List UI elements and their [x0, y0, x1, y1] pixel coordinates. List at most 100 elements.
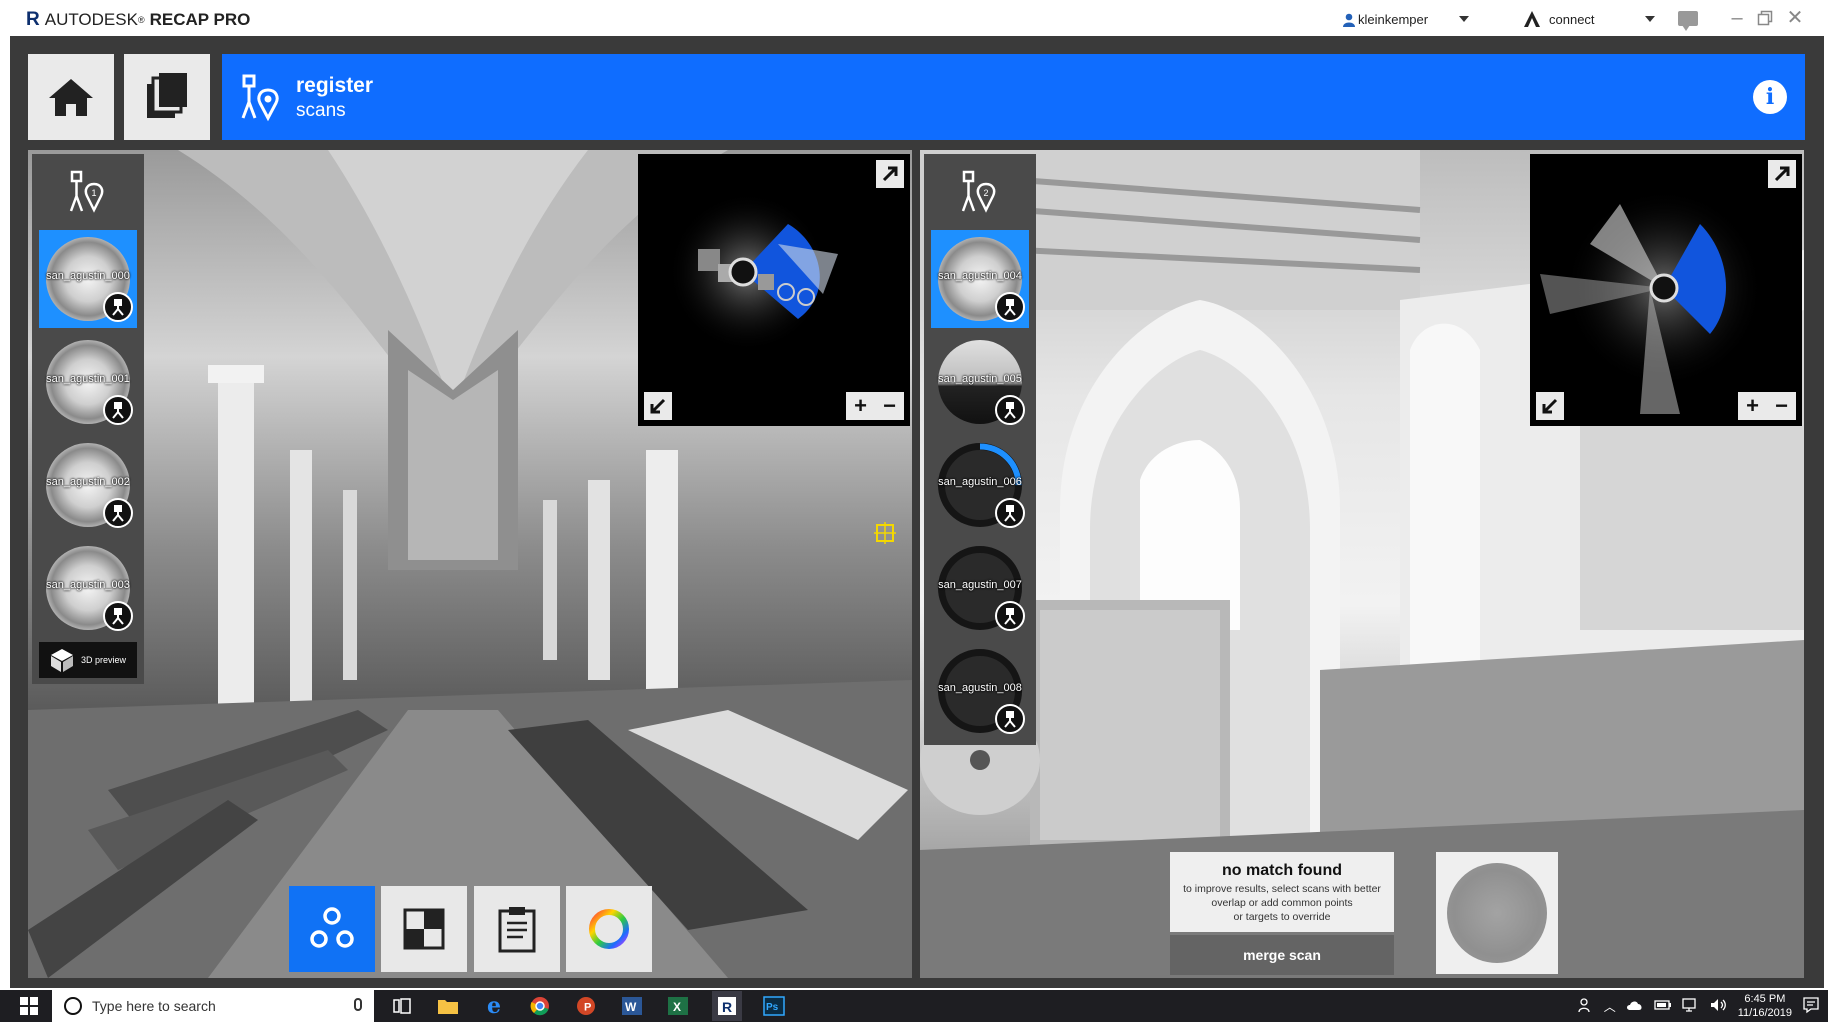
network-icon[interactable]: [1682, 997, 1700, 1015]
system-tray: ︿ 6:45 PM 11/16/2019: [1578, 990, 1820, 1022]
scanner-icon: [995, 601, 1025, 631]
left-scan-view[interactable]: 1 san_agustin_000 san_agustin_001 san_ag…: [28, 150, 912, 978]
result-message-line: to improve results, select scans with be…: [1183, 883, 1381, 895]
report-button[interactable]: [474, 886, 560, 972]
expand-minimap-icon[interactable]: [876, 160, 904, 188]
right-minimap[interactable]: + −: [1530, 154, 1802, 426]
minimap-scan-plot: [1540, 188, 1764, 414]
zoom-in-icon[interactable]: +: [1738, 392, 1767, 420]
svg-text:2: 2: [983, 188, 988, 198]
restore-icon[interactable]: [1752, 6, 1778, 30]
result-message: to improve results, select scans with be…: [1170, 882, 1394, 924]
zoom-out-icon[interactable]: −: [875, 392, 904, 420]
cloud-to-cloud-button[interactable]: [289, 886, 375, 972]
3d-preview-button[interactable]: 3D preview: [39, 642, 137, 678]
scan-item-san-agustin-000[interactable]: san_agustin_000: [39, 230, 137, 328]
scan-item-san-agustin-002[interactable]: san_agustin_002: [39, 436, 137, 534]
scan-item-san-agustin-005[interactable]: san_agustin_005: [931, 333, 1029, 431]
volume-icon[interactable]: [1710, 998, 1728, 1015]
merge-scan-button[interactable]: merge scan: [1170, 935, 1394, 975]
scan-item-san-agustin-003[interactable]: san_agustin_003: [39, 539, 137, 637]
scanner-icon: [995, 292, 1025, 322]
recap-logo-icon: R: [26, 9, 40, 30]
left-minimap[interactable]: + −: [638, 154, 910, 426]
tray-chevron-icon[interactable]: ︿: [1604, 998, 1616, 1015]
scan-label: san_agustin_002: [46, 476, 130, 488]
title-bar: R AUTODESK ® RECAP PRO kleinkemper conne…: [0, 0, 1828, 36]
cortana-icon: [64, 997, 82, 1015]
scan-item-san-agustin-008[interactable]: san_agustin_008: [931, 642, 1029, 740]
taskbar-clock[interactable]: 6:45 PM 11/16/2019: [1738, 992, 1792, 1020]
expand-minimap-icon[interactable]: [1768, 160, 1796, 188]
word-icon[interactable]: W: [620, 994, 644, 1018]
taskbar-search-input[interactable]: Type here to search: [52, 990, 374, 1022]
scanner-icon: [103, 601, 133, 631]
scanner-icon: [995, 704, 1025, 734]
connect-dropdown-icon[interactable]: [1645, 16, 1655, 22]
scan-location-icon: 2: [961, 170, 996, 213]
chat-icon[interactable]: [1678, 11, 1698, 31]
page-header: register scans i: [222, 54, 1805, 140]
minimap-zoom-controls: + −: [846, 392, 904, 420]
right-scan-list: 2 san_agustin_004 san_agustin_005 san_ag…: [924, 154, 1036, 745]
recap-taskbar-icon[interactable]: R: [712, 991, 742, 1021]
scan-label: san_agustin_003: [46, 579, 130, 591]
windows-start-icon[interactable]: [20, 997, 38, 1015]
collapse-minimap-icon[interactable]: [644, 392, 672, 420]
color-mode-button[interactable]: [566, 886, 652, 972]
scanner-icon: [103, 498, 133, 528]
photoshop-icon[interactable]: Ps: [762, 994, 786, 1018]
product-name: RECAP PRO: [149, 10, 251, 29]
collapse-minimap-icon[interactable]: [1536, 392, 1564, 420]
circles-icon: [310, 907, 354, 948]
connect-label: connect: [1549, 11, 1595, 27]
clock-time: 6:45 PM: [1744, 993, 1786, 1005]
scan-list-icon[interactable]: 2: [924, 154, 1036, 230]
scanner-icon: [995, 498, 1025, 528]
checkerboard-icon: [403, 908, 445, 950]
3d-preview-label: 3D preview: [81, 655, 127, 665]
scan-item-san-agustin-007[interactable]: san_agustin_007: [931, 539, 1029, 637]
registration-result-panel: no match found to improve results, selec…: [1170, 852, 1394, 932]
minimap-scan-plot: [668, 192, 838, 352]
scan-label: san_agustin_001: [46, 373, 130, 385]
result-message-line: or targets to override: [1233, 911, 1331, 923]
minimap-zoom-controls: + −: [1738, 392, 1796, 420]
projects-button[interactable]: [124, 54, 210, 140]
color-wheel-icon: [589, 909, 629, 949]
zoom-out-icon[interactable]: −: [1767, 392, 1796, 420]
target-marker-icon[interactable]: [874, 522, 896, 544]
page-subtitle: scans: [296, 100, 346, 121]
scan-label: san_agustin_006: [938, 476, 1022, 488]
chrome-icon[interactable]: [528, 994, 552, 1018]
register-scans-icon: [241, 74, 279, 122]
clock-date: 11/16/2019: [1737, 1007, 1792, 1019]
close-icon[interactable]: ✕: [1782, 6, 1808, 30]
info-button[interactable]: i: [1753, 80, 1787, 114]
onedrive-icon[interactable]: [1626, 999, 1644, 1014]
excel-icon[interactable]: X: [666, 994, 690, 1018]
battery-icon[interactable]: [1654, 999, 1672, 1014]
edge-icon[interactable]: e: [482, 993, 506, 1019]
scan-list-icon[interactable]: 1: [32, 154, 144, 230]
connect-menu[interactable]: connect: [1523, 10, 1595, 28]
people-icon[interactable]: [1578, 997, 1594, 1016]
microphone-icon[interactable]: [354, 998, 362, 1011]
action-center-icon[interactable]: [1802, 996, 1820, 1017]
user-dropdown-icon[interactable]: [1459, 16, 1469, 22]
task-view-icon[interactable]: [390, 994, 414, 1018]
user-menu[interactable]: kleinkemper: [1343, 12, 1428, 27]
checkerboard-button[interactable]: [381, 886, 467, 972]
file-explorer-icon[interactable]: [436, 994, 460, 1018]
scan-item-san-agustin-004[interactable]: san_agustin_004: [931, 230, 1029, 328]
scan-item-san-agustin-006[interactable]: san_agustin_006: [931, 436, 1029, 534]
scan-item-san-agustin-001[interactable]: san_agustin_001: [39, 333, 137, 431]
home-button[interactable]: [28, 54, 114, 140]
svg-text:1: 1: [91, 188, 96, 198]
match-preview: [1436, 852, 1558, 974]
zoom-in-icon[interactable]: +: [846, 392, 875, 420]
scan-label: san_agustin_004: [938, 270, 1022, 282]
minimize-icon[interactable]: –: [1724, 6, 1750, 30]
powerpoint-icon[interactable]: P: [574, 994, 598, 1018]
svg-text:Ps: Ps: [766, 1002, 779, 1013]
